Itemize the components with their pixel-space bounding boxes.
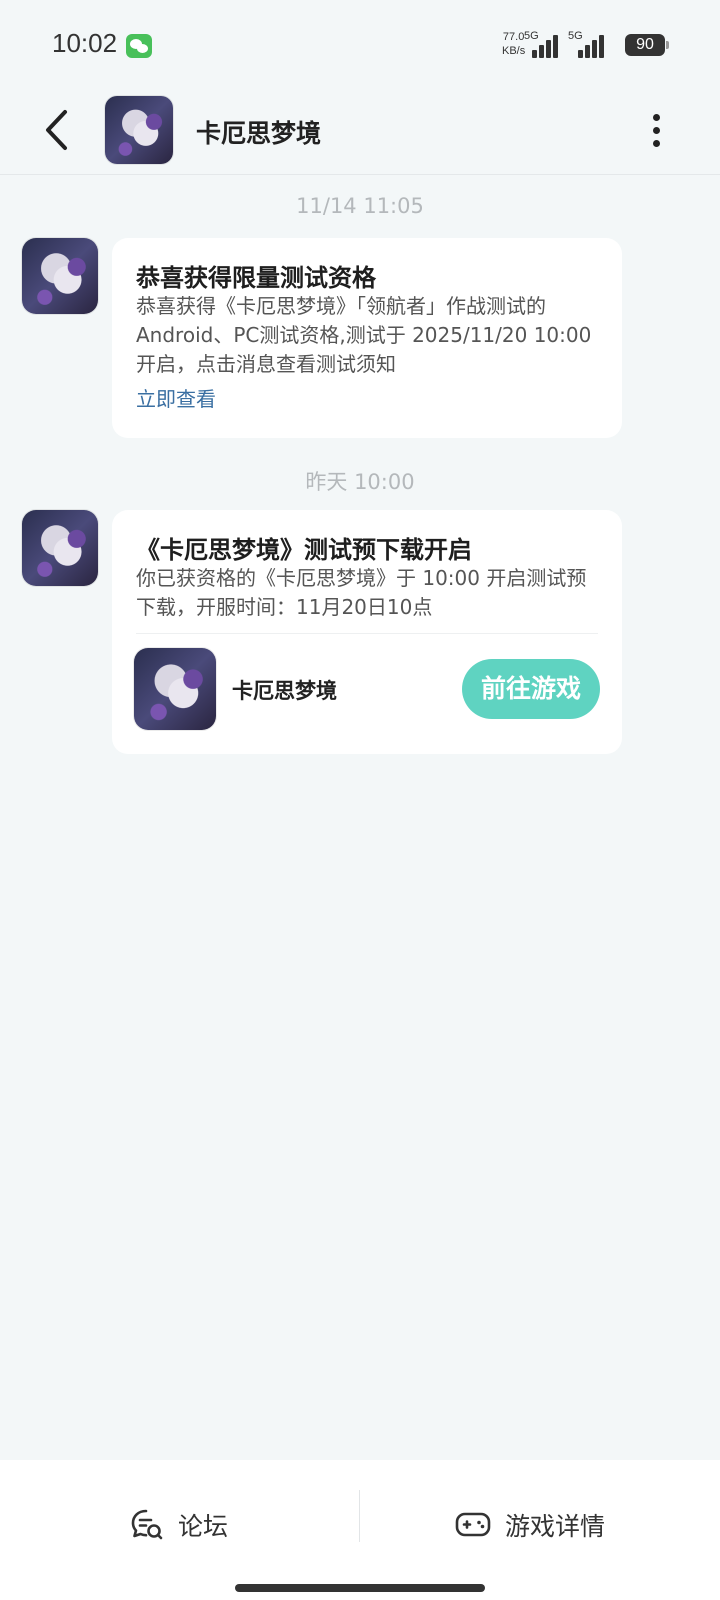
home-indicator[interactable] [235,1584,485,1592]
forum-chat-icon [131,1509,163,1540]
sim1-signal-icon [532,34,564,58]
tab-divider [359,1490,360,1542]
network-speed: 77.0 KB/s [502,30,525,58]
view-now-link[interactable]: 立即查看 [136,383,216,412]
forum-tab[interactable]: 论坛 [130,1500,228,1550]
back-arrow-icon[interactable] [38,108,82,152]
game-icon[interactable] [134,648,216,730]
message-body: 你已获资格的《卡厄思梦境》于 10:00 开启测试预下载，开服时间：11月20日… [136,566,587,619]
go-to-game-button[interactable]: 前往游戏 [462,659,600,719]
message-title: 《卡厄思梦境》测试预下载开启 [136,536,472,564]
status-time: 10:02 [52,28,118,58]
game-avatar[interactable] [105,96,173,164]
page-title: 卡厄思梦境 [196,119,322,148]
game-details-tab[interactable]: 游戏详情 [455,1500,605,1550]
more-options-icon[interactable] [650,110,662,150]
sender-avatar[interactable] [22,510,98,586]
network-speed-value: 77.0 [502,31,525,43]
bottom-bar: 论坛 游戏详情 [0,1460,720,1600]
message-body: 恭喜获得《卡厄思梦境》「领航者」作战测试的Android、PC测试资格,测试于 … [136,294,592,376]
game-details-tab-label: 游戏详情 [505,1512,606,1541]
message-title: 恭喜获得限量测试资格 [136,264,376,292]
message-card[interactable]: 恭喜获得限量测试资格 恭喜获得《卡厄思梦境》「领航者」作战测试的Android、… [112,238,622,438]
network-speed-unit: KB/s [502,45,526,57]
forum-tab-label: 论坛 [178,1512,229,1541]
battery-tip [666,41,669,49]
message-card[interactable]: 《卡厄思梦境》测试预下载开启 你已获资格的《卡厄思梦境》于 10:00 开启测试… [112,510,622,754]
game-name: 卡厄思梦境 [232,679,337,703]
wechat-notification-icon [126,34,152,58]
sender-avatar[interactable] [22,238,98,314]
chat-header: 卡厄思梦境 [0,88,720,175]
card-divider [136,633,598,634]
status-bar: 10:02 77.0 KB/s 5G 5G 90 [0,0,720,88]
gamepad-icon [455,1512,491,1537]
sim2-signal-icon [578,34,610,58]
battery-icon: 90 [625,34,665,56]
message-timestamp: 11/14 11:05 [296,194,424,218]
message-timestamp: 昨天 10:00 [305,470,415,494]
